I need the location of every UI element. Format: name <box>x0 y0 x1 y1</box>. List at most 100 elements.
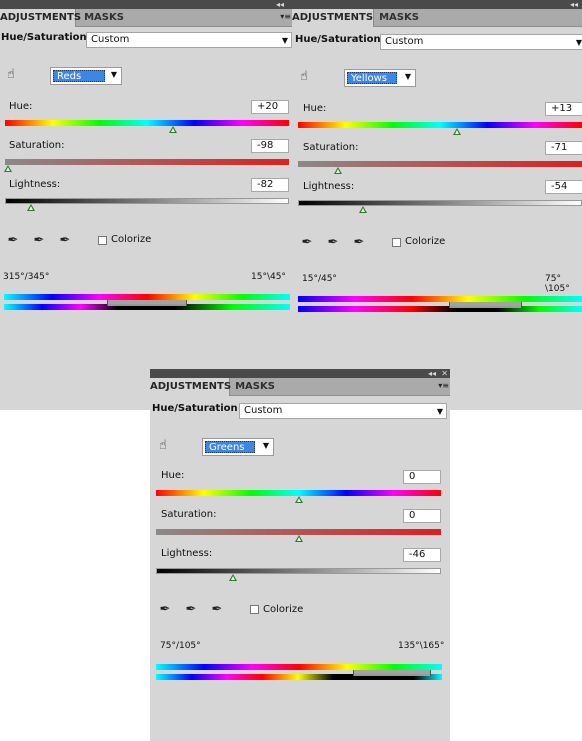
preset-dropdown[interactable]: Custom ▼ <box>239 403 447 419</box>
lightness-slider-track[interactable] <box>156 568 441 574</box>
chevron-down-icon: ▼ <box>404 72 411 81</box>
eyedropper-minus-icon[interactable]: ✒ <box>57 233 73 249</box>
hue-value-field[interactable]: 0 <box>403 470 441 484</box>
range-left-readout: 15°/45° <box>302 274 337 284</box>
tab-masks[interactable]: MASKS <box>230 378 280 395</box>
hue-value-field[interactable]: +20 <box>251 100 289 114</box>
preset-value: Custom <box>385 36 424 47</box>
hue-label: Hue: <box>9 101 33 112</box>
colorize-checkbox[interactable] <box>98 236 107 245</box>
chevron-down-icon: ▼ <box>262 441 269 450</box>
input-color-bar <box>298 296 582 302</box>
eyedropper-icon[interactable]: ✒ <box>157 602 173 618</box>
adjustment-title: Hue/Saturation <box>1 32 87 43</box>
adjustment-title: Hue/Saturation <box>152 403 238 414</box>
range-right-readout: 15°\45° <box>251 272 286 282</box>
channel-dropdown[interactable]: Greens ▼ <box>202 438 274 456</box>
hue-slider-thumb[interactable] <box>168 126 177 133</box>
lightness-slider-thumb[interactable] <box>228 574 237 581</box>
lightness-value-field[interactable]: -82 <box>251 178 289 192</box>
tab-masks[interactable]: MASKS <box>76 9 132 26</box>
tab-adjustments[interactable]: ADJUSTMENTS <box>150 378 231 396</box>
channel-dropdown[interactable]: Yellows ▼ <box>344 69 416 87</box>
preset-dropdown[interactable]: Custom ▼ <box>86 32 292 48</box>
hue-value-field[interactable]: +13 <box>545 102 582 116</box>
range-right-readout: 135°\165° <box>398 641 445 651</box>
panel-menu-icon[interactable]: ▾≡ <box>280 12 291 21</box>
collapse-icon[interactable]: ◂◂ <box>276 0 284 9</box>
hue-saturation-panel-greens: ◂◂ ✕ ADJUSTMENTS MASKS ▾≡ Hue/Saturation… <box>150 369 450 741</box>
hue-slider-track[interactable] <box>5 120 289 126</box>
eyedropper-minus-icon[interactable]: ✒ <box>209 602 225 618</box>
saturation-slider-track[interactable] <box>5 159 289 165</box>
lightness-value-field[interactable]: -54 <box>545 180 582 194</box>
saturation-value-field[interactable]: -98 <box>251 139 289 153</box>
hue-saturation-panel-reds: ◂◂ ADJUSTMENTS MASKS ▾≡ Hue/Saturation C… <box>0 0 292 410</box>
chevron-down-icon: ▼ <box>575 38 582 47</box>
panel-menu-icon[interactable]: ▾≡ <box>438 381 449 390</box>
eyedropper-plus-icon[interactable]: ✒ <box>31 233 47 249</box>
color-range-selector[interactable] <box>106 300 188 306</box>
lightness-label: Lightness: <box>161 548 213 559</box>
saturation-slider-thumb[interactable] <box>3 165 12 172</box>
lightness-slider-thumb[interactable] <box>359 206 368 213</box>
tab-bar: ADJUSTMENTS MASKS <box>292 9 582 27</box>
colorize-checkbox[interactable] <box>250 605 259 614</box>
collapse-icon[interactable]: ◂◂ <box>570 0 578 9</box>
range-left-readout: 75°/105° <box>160 641 201 651</box>
hue-slider-thumb[interactable] <box>453 128 462 135</box>
color-range-selector[interactable] <box>448 302 523 308</box>
eyedropper-icon[interactable]: ✒ <box>5 233 21 249</box>
eyedropper-minus-icon[interactable]: ✒ <box>351 235 367 251</box>
saturation-slider-thumb[interactable] <box>333 167 342 174</box>
preset-value: Custom <box>244 405 283 416</box>
range-left-readout: 315°/345° <box>3 272 50 282</box>
channel-value: Greens <box>205 441 255 453</box>
channel-value: Reds <box>53 70 105 82</box>
close-icon[interactable]: ✕ <box>441 369 448 378</box>
eyedropper-plus-icon[interactable]: ✒ <box>183 602 199 618</box>
saturation-value-field[interactable]: -71 <box>545 141 582 155</box>
hue-slider-thumb[interactable] <box>294 496 303 503</box>
lightness-slider-track[interactable] <box>298 200 582 206</box>
hue-label: Hue: <box>303 103 327 114</box>
channel-dropdown[interactable]: Reds ▼ <box>50 67 122 85</box>
colorize-label: Colorize <box>263 604 304 615</box>
tab-adjustments[interactable]: ADJUSTMENTS <box>292 9 374 27</box>
lightness-slider-thumb[interactable] <box>26 204 35 211</box>
color-range-selector[interactable] <box>353 670 431 676</box>
panel-title-bar: ◂◂ <box>292 0 582 9</box>
chevron-down-icon: ▼ <box>110 70 117 79</box>
tab-masks[interactable]: MASKS <box>374 9 424 26</box>
hue-saturation-panel-yellows: ◂◂ ADJUSTMENTS MASKS Hue/Saturation Cust… <box>292 0 582 410</box>
tab-adjustments[interactable]: ADJUSTMENTS <box>0 9 81 27</box>
eyedropper-plus-icon[interactable]: ✒ <box>325 235 341 251</box>
colorize-checkbox[interactable] <box>392 238 401 247</box>
preset-dropdown[interactable]: Custom ▼ <box>380 34 582 50</box>
saturation-slider-thumb[interactable] <box>294 535 303 542</box>
saturation-label: Saturation: <box>9 140 65 151</box>
colorize-label: Colorize <box>111 234 152 245</box>
saturation-value-field[interactable]: 0 <box>403 509 441 523</box>
tab-bar: ADJUSTMENTS MASKS ▾≡ <box>150 378 450 396</box>
eyedropper-icon[interactable]: ✒ <box>299 235 315 251</box>
colorize-label: Colorize <box>405 236 446 247</box>
panel-title-bar: ◂◂ ✕ <box>150 369 450 378</box>
saturation-label: Saturation: <box>303 142 359 153</box>
hue-label: Hue: <box>161 470 185 481</box>
preset-value: Custom <box>91 34 130 45</box>
output-color-bar <box>298 306 582 312</box>
lightness-label: Lightness: <box>9 179 61 190</box>
collapse-icon[interactable]: ◂◂ <box>428 369 436 378</box>
lightness-value-field[interactable]: -46 <box>403 548 441 562</box>
chevron-down-icon: ▼ <box>436 407 443 416</box>
panel-title-bar: ◂◂ <box>0 0 292 9</box>
lightness-label: Lightness: <box>303 181 355 192</box>
lightness-slider-track[interactable] <box>5 198 289 204</box>
targeted-adjustment-hand-icon[interactable]: ☝ <box>155 438 171 454</box>
hue-slider-track[interactable] <box>298 122 582 128</box>
targeted-adjustment-hand-icon[interactable]: ☝ <box>3 67 19 83</box>
adjustment-title: Hue/Saturation <box>295 34 381 45</box>
chevron-down-icon: ▼ <box>281 36 288 45</box>
targeted-adjustment-hand-icon[interactable]: ☝ <box>296 69 312 85</box>
